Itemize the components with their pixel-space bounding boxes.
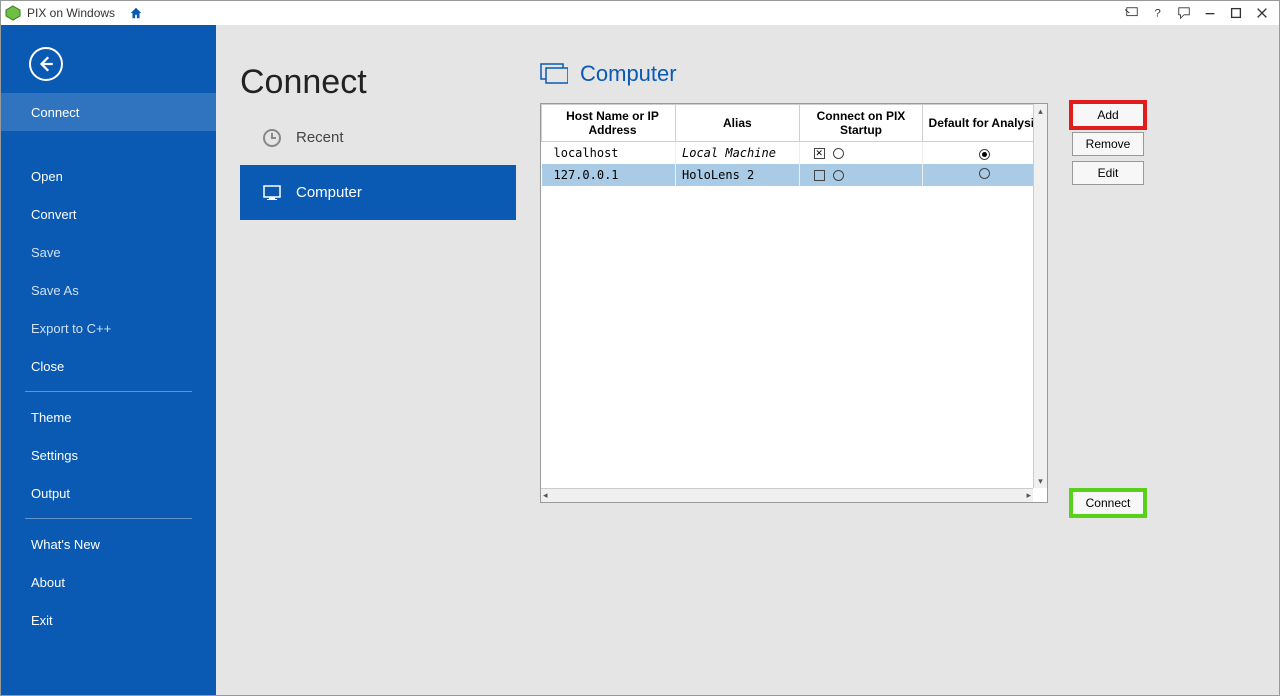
nav-item-recent[interactable]: Recent bbox=[240, 110, 525, 165]
sidebar-item-theme[interactable]: Theme bbox=[1, 398, 216, 436]
sidebar-item-whats-new[interactable]: What's New bbox=[1, 525, 216, 563]
sidebar-item-save[interactable]: Save bbox=[1, 233, 216, 271]
app-icon bbox=[5, 5, 21, 21]
edit-button[interactable]: Edit bbox=[1072, 161, 1144, 185]
sidebar: Connect Open Convert Save Save As Export… bbox=[1, 25, 216, 695]
sidebar-item-label: Close bbox=[31, 359, 64, 374]
sidebar-item-settings[interactable]: Settings bbox=[1, 436, 216, 474]
svg-text:?: ? bbox=[1155, 8, 1161, 20]
computer-table: Host Name or IP Address Alias Connect on… bbox=[540, 103, 1048, 503]
sidebar-item-label: Connect bbox=[31, 105, 79, 120]
main-panel: Computer Host Name or IP Address Alias C… bbox=[516, 25, 1279, 695]
sidebar-item-label: Settings bbox=[31, 448, 78, 463]
connect-radio[interactable] bbox=[833, 148, 844, 159]
cell-host: localhost bbox=[554, 146, 619, 160]
computer-header-icon bbox=[540, 62, 568, 86]
col-header-connect[interactable]: Connect on PIX Startup bbox=[799, 105, 923, 142]
sidebar-item-label: About bbox=[31, 575, 65, 590]
feedback-icon[interactable] bbox=[1171, 2, 1197, 24]
sidebar-item-about[interactable]: About bbox=[1, 563, 216, 601]
remove-button[interactable]: Remove bbox=[1072, 132, 1144, 156]
nav-item-computer[interactable]: Computer bbox=[240, 165, 525, 220]
col-header-host[interactable]: Host Name or IP Address bbox=[542, 105, 676, 142]
sidebar-item-label: Export to C++ bbox=[31, 321, 111, 336]
sidebar-item-save-as[interactable]: Save As bbox=[1, 271, 216, 309]
vertical-scrollbar[interactable]: ▴ ▾ bbox=[1033, 104, 1047, 488]
scroll-up-icon[interactable]: ▴ bbox=[1034, 104, 1047, 118]
sidebar-item-export-cpp[interactable]: Export to C++ bbox=[1, 309, 216, 347]
cell-host: 127.0.0.1 bbox=[554, 168, 619, 182]
sidebar-item-output[interactable]: Output bbox=[1, 474, 216, 512]
sidebar-item-label: Theme bbox=[31, 410, 71, 425]
computer-icon bbox=[262, 183, 282, 203]
sidebar-item-label: Output bbox=[31, 486, 70, 501]
sidebar-item-label: Save bbox=[31, 245, 61, 260]
titlebar: PIX on Windows ? bbox=[1, 1, 1279, 25]
minimize-icon[interactable] bbox=[1197, 2, 1223, 24]
maximize-icon[interactable] bbox=[1223, 2, 1249, 24]
help-icon[interactable]: ? bbox=[1145, 2, 1171, 24]
connect-checkbox[interactable] bbox=[814, 170, 825, 181]
scroll-left-icon[interactable]: ◂ bbox=[543, 490, 548, 501]
page-title: Connect bbox=[240, 63, 516, 102]
connect-radio[interactable] bbox=[833, 170, 844, 181]
sidebar-item-label: What's New bbox=[31, 537, 100, 552]
sidebar-item-connect[interactable]: Connect bbox=[1, 93, 216, 131]
sidebar-item-convert[interactable]: Convert bbox=[1, 195, 216, 233]
scroll-right-icon[interactable]: ▸ bbox=[1026, 490, 1031, 501]
horizontal-scrollbar[interactable]: ◂ ▸ bbox=[541, 488, 1033, 502]
sidebar-item-close[interactable]: Close bbox=[1, 347, 216, 385]
sidebar-item-open[interactable]: Open bbox=[1, 157, 216, 195]
home-icon[interactable] bbox=[123, 2, 149, 24]
nav-item-label: Computer bbox=[296, 184, 362, 201]
add-button[interactable]: Add bbox=[1072, 103, 1144, 127]
scroll-down-icon[interactable]: ▾ bbox=[1034, 474, 1047, 488]
col-header-alias[interactable]: Alias bbox=[676, 105, 800, 142]
titlebar-icon-1[interactable] bbox=[1119, 2, 1145, 24]
sidebar-item-label: Exit bbox=[31, 613, 53, 628]
recent-icon bbox=[262, 128, 282, 148]
cell-alias: HoloLens 2 bbox=[682, 168, 754, 182]
main-header: Computer bbox=[540, 57, 1267, 91]
sidebar-divider bbox=[25, 518, 192, 519]
table-row[interactable]: localhost Local Machine ✕ bbox=[542, 142, 1047, 165]
col-header-default[interactable]: Default for Analysis bbox=[923, 105, 1047, 142]
app-window: PIX on Windows ? Connect Open Convert Sa… bbox=[0, 0, 1280, 696]
sidebar-item-label: Save As bbox=[31, 283, 79, 298]
app-title: PIX on Windows bbox=[27, 6, 115, 20]
nav-item-label: Recent bbox=[296, 129, 344, 146]
cell-alias: Local Machine bbox=[682, 146, 776, 160]
sidebar-item-exit[interactable]: Exit bbox=[1, 601, 216, 639]
button-column: Add Remove Edit Connect bbox=[1072, 103, 1144, 515]
sidebar-item-label: Open bbox=[31, 169, 63, 184]
default-radio[interactable] bbox=[979, 149, 990, 160]
connect-checkbox[interactable]: ✕ bbox=[814, 148, 825, 159]
default-radio[interactable] bbox=[979, 168, 990, 179]
connect-button[interactable]: Connect bbox=[1072, 491, 1144, 515]
close-icon[interactable] bbox=[1249, 2, 1275, 24]
sidebar-divider bbox=[25, 391, 192, 392]
table-row[interactable]: 127.0.0.1 HoloLens 2 bbox=[542, 164, 1047, 186]
middle-nav: Connect Recent Computer bbox=[216, 25, 516, 695]
back-button[interactable] bbox=[29, 47, 63, 81]
main-header-title: Computer bbox=[580, 61, 677, 87]
sidebar-item-label: Convert bbox=[31, 207, 77, 222]
